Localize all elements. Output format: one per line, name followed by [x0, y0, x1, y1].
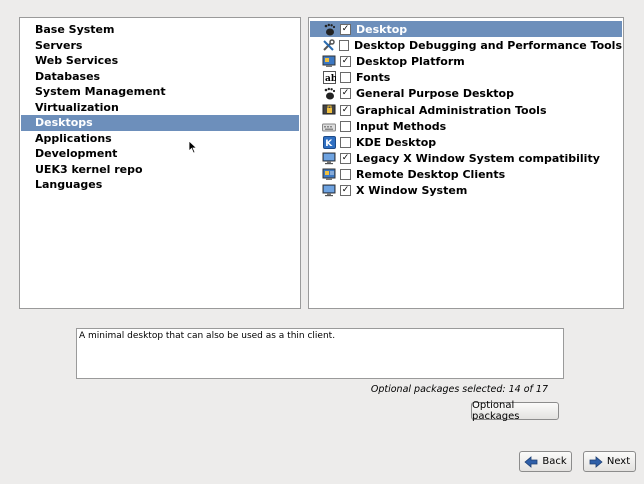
- group-item-label: Fonts: [356, 71, 391, 85]
- category-item-base-system[interactable]: Base System: [21, 22, 299, 38]
- svg-text:K: K: [325, 139, 333, 149]
- group-item-label: Desktop Platform: [356, 54, 465, 68]
- group-item-desktop[interactable]: ✓ Desktop: [310, 21, 622, 38]
- gnome-foot-icon: [322, 23, 336, 36]
- gnome-foot-icon: [322, 87, 336, 100]
- checkbox-checked[interactable]: ✓: [340, 23, 351, 35]
- next-button[interactable]: Next: [583, 451, 636, 472]
- group-item-fonts[interactable]: ab Fonts: [310, 70, 622, 86]
- checkbox-unchecked[interactable]: [340, 72, 351, 84]
- category-items: Base System Servers Web Services Databases S…: [20, 18, 300, 193]
- kde-icon: K: [322, 135, 336, 149]
- group-description: A minimal desktop that can also be used …: [76, 328, 564, 379]
- group-item-label: KDE Desktop: [356, 135, 437, 149]
- mouse-cursor-icon: [188, 140, 198, 154]
- optional-packages-label: Optional packages: [472, 400, 520, 422]
- desktop-platform-icon: [322, 55, 336, 68]
- category-list[interactable]: Base System Servers Web Services Databases S…: [19, 17, 301, 309]
- category-item-languages[interactable]: Languages: [21, 177, 299, 193]
- optional-packages-button[interactable]: Optional packages: [471, 400, 559, 422]
- back-label: Back: [542, 456, 567, 467]
- group-item-x-window-system[interactable]: ✓ X Window System: [310, 183, 622, 199]
- checkbox-unchecked[interactable]: [340, 169, 351, 181]
- category-item-uek3-kernel-repo[interactable]: UEK3 kernel repo: [21, 162, 299, 178]
- group-item-kde-desktop[interactable]: K KDE Desktop: [310, 134, 622, 150]
- category-item-applications[interactable]: Applications: [21, 131, 299, 147]
- category-item-servers[interactable]: Servers: [21, 38, 299, 54]
- next-label: Next: [606, 456, 631, 467]
- group-item-label: Legacy X Window System compatibility: [356, 152, 600, 166]
- svg-text:ab: ab: [325, 74, 336, 84]
- group-list[interactable]: ✓ Desktop Desktop Debugging and Performanc…: [308, 17, 624, 309]
- checkbox-unchecked[interactable]: [340, 136, 351, 148]
- checkbox-checked[interactable]: ✓: [340, 185, 351, 197]
- checkbox-checked[interactable]: ✓: [340, 153, 351, 165]
- group-item-label: General Purpose Desktop: [356, 87, 514, 101]
- checkbox-unchecked[interactable]: [339, 39, 349, 51]
- group-item-label: Graphical Administration Tools: [356, 103, 547, 117]
- category-item-system-management[interactable]: System Management: [21, 84, 299, 100]
- group-items: ✓ Desktop Desktop Debugging and Performanc…: [309, 18, 623, 199]
- category-item-web-services[interactable]: Web Services: [21, 53, 299, 69]
- category-item-desktops[interactable]: Desktops: [21, 115, 299, 131]
- group-item-graphical-administration-tools[interactable]: ✓ Graphical Administration Tools: [310, 102, 622, 118]
- group-item-desktop-platform[interactable]: ✓ Desktop Platform: [310, 53, 622, 69]
- category-item-virtualization[interactable]: Virtualization: [21, 100, 299, 116]
- optional-packages-count: Optional packages selected: 14 of 17: [370, 384, 548, 395]
- next-arrow-icon: [589, 455, 603, 468]
- monitor-icon: [322, 184, 336, 197]
- category-item-databases[interactable]: Databases: [21, 69, 299, 85]
- group-item-legacy-x-window-system-compatibility[interactable]: ✓ Legacy X Window System compatibility: [310, 151, 622, 167]
- group-item-label: Input Methods: [356, 119, 447, 133]
- group-item-remote-desktop-clients[interactable]: Remote Desktop Clients: [310, 167, 622, 183]
- group-item-general-purpose-desktop[interactable]: ✓ General Purpose Desktop: [310, 86, 622, 102]
- tools-icon: [322, 39, 335, 52]
- keyboard-icon: [322, 120, 336, 133]
- group-item-label: Remote Desktop Clients: [356, 168, 506, 182]
- remote-desktop-icon: [322, 168, 336, 181]
- category-item-development[interactable]: Development: [21, 146, 299, 162]
- monitor-icon: [322, 152, 336, 165]
- group-item-label: X Window System: [356, 184, 468, 198]
- group-item-desktop-debugging-and-performance-tools[interactable]: Desktop Debugging and Performance Tools: [310, 37, 622, 53]
- checkbox-checked[interactable]: ✓: [340, 104, 351, 116]
- group-item-label: Desktop: [356, 22, 408, 36]
- checkbox-checked[interactable]: ✓: [340, 88, 351, 100]
- fonts-icon: ab: [322, 71, 336, 85]
- back-button[interactable]: Back: [519, 451, 572, 472]
- back-arrow-icon: [524, 455, 538, 468]
- admin-tools-icon: [322, 104, 336, 117]
- checkbox-unchecked[interactable]: [340, 120, 351, 132]
- checkbox-checked[interactable]: ✓: [340, 55, 351, 67]
- group-item-label: Desktop Debugging and Performance Tools: [354, 38, 622, 52]
- group-item-input-methods[interactable]: Input Methods: [310, 118, 622, 134]
